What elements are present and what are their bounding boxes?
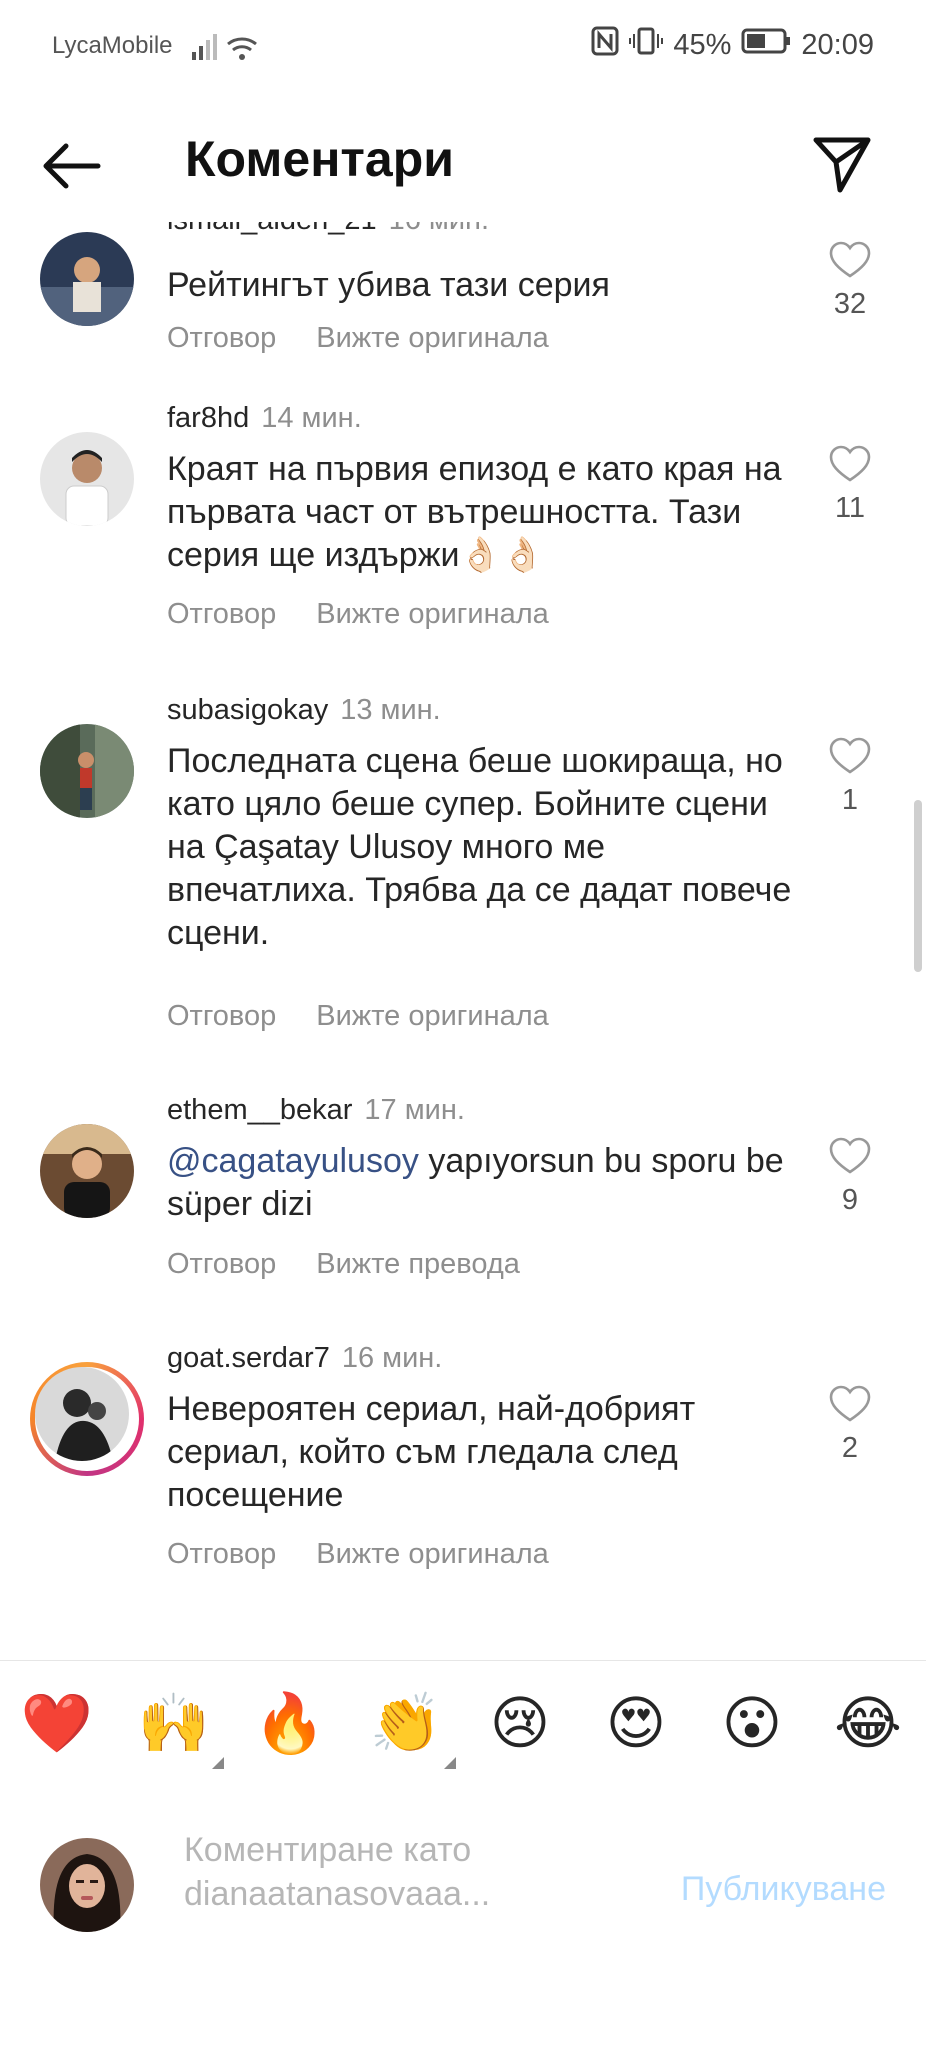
like-count: 2 [841, 1432, 859, 1464]
see-original-button[interactable]: Вижте оригинала [316, 1538, 549, 1570]
comment-actions: Отговор Вижте оригинала [167, 322, 589, 355]
comment-actions: Отговор Вижте оригинала [167, 598, 589, 631]
timestamp: 16 мин. [389, 222, 490, 236]
like-button[interactable]: 1 [822, 736, 878, 817]
header: Коментари [0, 110, 926, 222]
emoji-fire[interactable]: 🔥 [250, 1689, 330, 1759]
mention-link[interactable]: @cagatayulusoy [167, 1142, 419, 1180]
see-translation-button[interactable]: Вижте превода [316, 1248, 520, 1280]
emoji-clap[interactable]: 👏 [366, 1689, 456, 1769]
emoji-quick-bar: ❤️ 🙌 🔥 👏 😢 😍 😮 😂 [0, 1660, 926, 1788]
comment-meta: subasigokay 13 мин. [167, 694, 441, 727]
battery-icon [741, 27, 791, 63]
timestamp: 16 мин. [341, 1342, 443, 1374]
username[interactable]: subasigokay [167, 694, 328, 726]
emoji-raised-hands[interactable]: 🙌 [134, 1689, 224, 1769]
see-original-button[interactable]: Вижте оригинала [316, 1000, 549, 1032]
heart-icon [829, 241, 871, 278]
signal-icon [190, 30, 260, 69]
back-arrow-icon[interactable] [38, 138, 106, 194]
emoji-surprised[interactable]: 😮 [712, 1689, 792, 1759]
comment-actions: Отговор Вижте превода [167, 1248, 560, 1281]
vibrate-icon [629, 26, 664, 64]
emoji-crying[interactable]: 😢 [480, 1689, 560, 1759]
reply-button[interactable]: Отговор [167, 1000, 276, 1032]
send-icon[interactable] [810, 132, 874, 196]
like-count: 9 [841, 1184, 859, 1216]
avatar [35, 1367, 129, 1461]
reply-button[interactable]: Отговор [167, 1538, 276, 1570]
heart-icon [829, 737, 871, 774]
comment-actions: Отговор Вижте оригинала [167, 1538, 589, 1571]
comment-text: Краят на първия епизод е като края на пъ… [167, 450, 782, 574]
battery-percent: 45% [673, 28, 732, 61]
timestamp: 13 мин. [340, 694, 441, 726]
like-count: 32 [833, 288, 867, 320]
scrollbar[interactable] [914, 800, 922, 972]
comment-text: @cagatayulusoy yapıyorsun bu sporu be sü… [167, 1140, 797, 1226]
comment-composer: Коментиране като dianaatanasovaaa... Пуб… [0, 1786, 926, 2048]
emoji-heart-eyes[interactable]: 😍 [596, 1689, 676, 1759]
avatar[interactable] [40, 432, 134, 526]
page-title: Коментари [185, 131, 454, 187]
comment-meta: goat.serdar7 16 мин. [167, 1342, 442, 1375]
nfc-icon [591, 26, 619, 64]
username[interactable]: goat.serdar7 [167, 1342, 330, 1374]
like-count: 1 [841, 784, 859, 816]
reply-button[interactable]: Отговор [167, 1248, 276, 1280]
comment-meta: ethem__bekar 17 мин. [167, 1094, 465, 1127]
like-button[interactable]: 32 [822, 240, 878, 321]
avatar[interactable] [40, 724, 134, 818]
status-bar: LycaMobile 45% 20:09 [0, 0, 926, 92]
username[interactable]: far8hd [167, 402, 249, 434]
like-button[interactable]: 9 [822, 1136, 878, 1217]
heart-icon [829, 445, 871, 482]
comment-meta: far8hd 14 мин. [167, 402, 362, 435]
avatar [40, 1838, 134, 1932]
comment-actions: Отговор Вижте оригинала [167, 1000, 589, 1033]
see-original-button[interactable]: Вижте оригинала [316, 598, 549, 630]
like-button[interactable]: 2 [822, 1384, 878, 1465]
timestamp: 17 мин. [364, 1094, 465, 1126]
username[interactable]: ethem__bekar [167, 1094, 352, 1126]
comment-text: Последната сцена беше шокираща, но като … [167, 742, 792, 952]
publish-button[interactable]: Публикуване [681, 1870, 886, 1909]
avatar[interactable] [40, 232, 134, 326]
like-button[interactable]: 11 [822, 444, 878, 525]
emoji-laughing[interactable]: 😂 [828, 1689, 908, 1759]
comment-list[interactable]: ismail_aldeh_21 16 мин. Рейтингът убива т… [0, 222, 926, 1660]
avatar[interactable] [40, 1124, 134, 1218]
see-original-button[interactable]: Вижте оригинала [316, 322, 549, 354]
carrier-name: LycaMobile [52, 32, 173, 59]
emoji-heart[interactable]: ❤️ [17, 1689, 97, 1759]
username[interactable]: ismail_aldeh_21 [167, 222, 377, 236]
comment-text: Невероятен сериал, най-добрият сериал, к… [167, 1390, 696, 1514]
comment-input[interactable]: Коментиране като dianaatanasovaaa... [184, 1828, 604, 1916]
reply-button[interactable]: Отговор [167, 322, 276, 354]
comment-text: Рейтингът убива тази серия [167, 266, 610, 304]
heart-icon [829, 1137, 871, 1174]
comment-meta: ismail_aldeh_21 16 мин. [167, 222, 489, 237]
timestamp: 14 мин. [261, 402, 362, 434]
reply-button[interactable]: Отговор [167, 598, 276, 630]
clock: 20:09 [801, 28, 874, 61]
story-ring[interactable] [30, 1362, 144, 1476]
heart-icon [829, 1385, 871, 1422]
like-count: 11 [834, 492, 866, 524]
